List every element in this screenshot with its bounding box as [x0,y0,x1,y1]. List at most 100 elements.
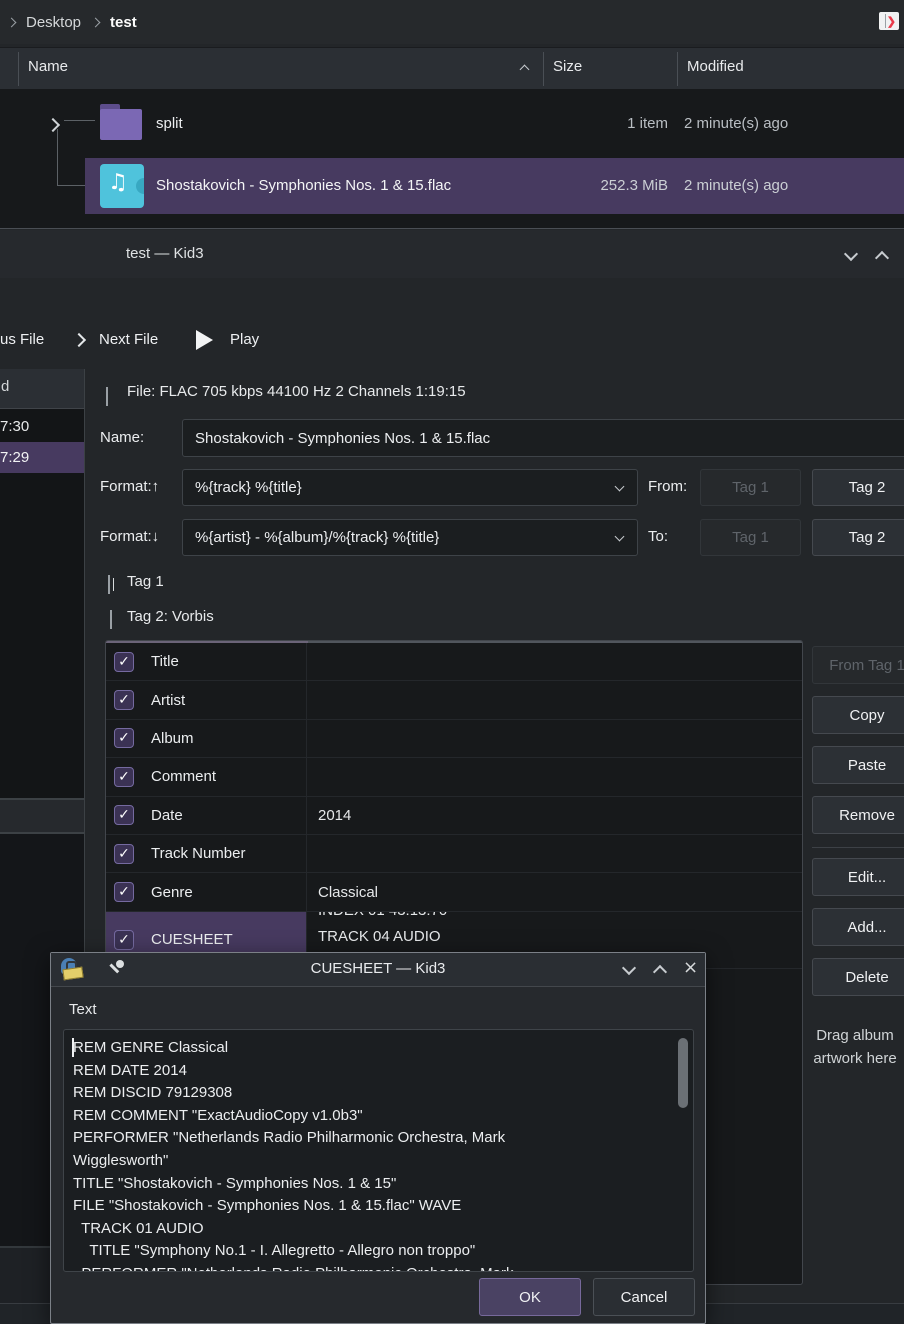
dialog-titlebar[interactable]: CUESHEET — Kid3 × [51,953,705,987]
ok-button[interactable]: OK [479,1278,581,1316]
checkbox-checked[interactable]: ✓ [114,805,134,825]
paste-button[interactable]: Paste [812,746,904,784]
checkbox-checked[interactable]: ✓ [114,652,134,672]
filelist-header[interactable]: d [0,369,84,409]
checkbox-checked[interactable]: ✓ [114,728,134,748]
breadcrumb-parent[interactable]: Desktop [26,14,81,31]
format-up-label: Format:↑ [100,478,159,495]
name-label: Name: [100,429,144,446]
checkbox-checked[interactable]: ✓ [114,844,134,864]
cue-text-line: REM COMMENT "ExactAudioCopy v1.0b3" [73,1105,669,1128]
format-down-label: Format:↓ [100,528,159,545]
dialog-title: CUESHEET — Kid3 [51,960,705,977]
to-tag2-button[interactable]: Tag 2 [812,519,904,556]
minimize-icon[interactable] [844,247,858,261]
file-row-flac-selected[interactable]: ♫ Shostakovich - Symphonies Nos. 1 & 15.… [85,158,904,214]
breadcrumb-current[interactable]: test [110,14,137,31]
file-info-text: File: FLAC 705 kbps 44100 Hz 2 Channels … [127,383,466,400]
collapse-tag2-icon[interactable] [110,610,112,629]
window-panel-icon[interactable]: ❯ [879,12,899,30]
tag-row-genre[interactable]: ✓Genre Classical [106,873,802,911]
breadcrumb-chevron-icon [91,17,101,27]
checkbox-checked[interactable]: ✓ [114,690,134,710]
from-tag1-frame-button[interactable]: From Tag 1 [812,646,904,684]
remove-button[interactable]: Remove [812,796,904,834]
column-header-modified[interactable]: Modified [687,58,744,75]
left-lower-panel [0,800,84,832]
filelist-item-selected[interactable]: 7:29 [0,442,84,473]
collapse-file-section-icon[interactable] [106,387,108,406]
desktop-screenshot: Desktop test ❯ Name Size Modified split … [0,0,904,1324]
tag-row-title[interactable]: ✓Title [106,643,802,681]
cuesheet-value-line: INDEX 01 43:13:70 [318,912,652,924]
file-name: Shostakovich - Symphonies Nos. 1 & 15.fl… [156,177,451,194]
artwork-drop-hint[interactable]: Drag album artwork here [806,1024,904,1070]
cuesheet-dialog: CUESHEET — Kid3 × Text REM GENRE Classic… [50,952,706,1324]
chevron-down-icon [615,482,625,492]
cue-text-line: TITLE "Shostakovich - Symphonies Nos. 1 … [73,1173,669,1196]
folder-icon [100,104,142,140]
maximize-icon[interactable] [875,251,889,265]
checkbox-checked[interactable]: ✓ [114,930,134,950]
tag1-section-header[interactable]: Tag 1 [127,573,164,590]
kid3-window-title: test — Kid3 [126,245,204,262]
cuesheet-value-line: TRACK 04 AUDIO [318,924,652,950]
next-file-button[interactable]: Next File [99,331,158,348]
cue-text-line: PERFORMER "Netherlands Radio Philharmoni… [73,1127,669,1150]
tag-row-artist[interactable]: ✓Artist [106,681,802,719]
filename-input[interactable]: Shostakovich - Symphonies Nos. 1 & 15.fl… [182,419,904,457]
chevron-down-icon [615,532,625,542]
cue-text-line: PERFORMER "Netherlands Radio Philharmoni… [73,1263,669,1272]
copy-button[interactable]: Copy [812,696,904,734]
tag-row-comment[interactable]: ✓Comment [106,758,802,796]
audio-file-icon: ♫ [100,164,144,208]
cue-text-line: Wigglesworth" [73,1150,669,1173]
kid3-titlebar[interactable]: test — Kid3 [0,230,904,278]
dialog-close-icon[interactable]: × [683,957,698,978]
cuesheet-text-editor[interactable]: REM GENRE Classical REM DATE 2014 REM DI… [63,1029,694,1272]
play-icon [196,330,213,350]
to-label: To: [648,528,668,545]
play-button[interactable]: Play [230,331,259,348]
kid3-toolbar: us File Next File Play [0,319,904,363]
text-cursor [72,1038,74,1057]
tag-row-album[interactable]: ✓Album [106,720,802,758]
button-separator [812,847,904,848]
breadcrumb-chevron-icon [7,17,17,27]
tag-row-track-number[interactable]: ✓Track Number [106,835,802,873]
tag-row-date[interactable]: ✓Date 2014 [106,797,802,835]
text-field-label: Text [69,1001,97,1018]
previous-file-button[interactable]: us File [0,331,44,348]
from-tag1-button[interactable]: Tag 1 [700,469,801,506]
file-list-view: split 1 item 2 minute(s) ago ♫ Shostakov… [0,89,904,228]
format-up-combobox[interactable]: %{track} %{title} [182,469,638,506]
file-name: split [156,115,183,132]
sort-ascending-icon [520,65,530,75]
column-header-name[interactable]: Name [28,58,68,75]
file-manager-breadcrumb-bar: Desktop test [0,0,904,44]
file-modified: 2 minute(s) ago [684,177,788,194]
to-tag1-button[interactable]: Tag 1 [700,519,801,556]
column-header-size[interactable]: Size [553,58,582,75]
format-down-combobox[interactable]: %{artist} - %{album}/%{track} %{title} [182,519,638,556]
checkbox-checked[interactable]: ✓ [114,882,134,902]
scrollbar-thumb[interactable] [678,1038,688,1108]
expand-arrow-icon[interactable] [46,118,60,132]
cue-text-line: TRACK 01 AUDIO [73,1218,669,1241]
checkbox-checked[interactable]: ✓ [114,767,134,787]
tag2-section-header[interactable]: Tag 2: Vorbis [127,608,214,625]
cue-text-line: REM DISCID 79129308 [73,1082,669,1105]
expand-tag1-icon[interactable] [108,575,110,594]
delete-button[interactable]: Delete [812,958,904,996]
cancel-button[interactable]: Cancel [593,1278,695,1316]
file-size: 252.3 MiB [545,177,668,194]
filelist-item[interactable]: 7:30 [0,411,84,442]
edit-button[interactable]: Edit... [812,858,904,896]
cue-text-line: FILE "Shostakovich - Symphonies Nos. 1 &… [73,1195,669,1218]
next-file-icon [72,333,86,347]
cue-text-line: REM DATE 2014 [73,1060,669,1083]
add-button[interactable]: Add... [812,908,904,946]
from-label: From: [648,478,687,495]
file-row-split[interactable]: split 1 item 2 minute(s) ago [0,96,904,152]
from-tag2-button[interactable]: Tag 2 [812,469,904,506]
